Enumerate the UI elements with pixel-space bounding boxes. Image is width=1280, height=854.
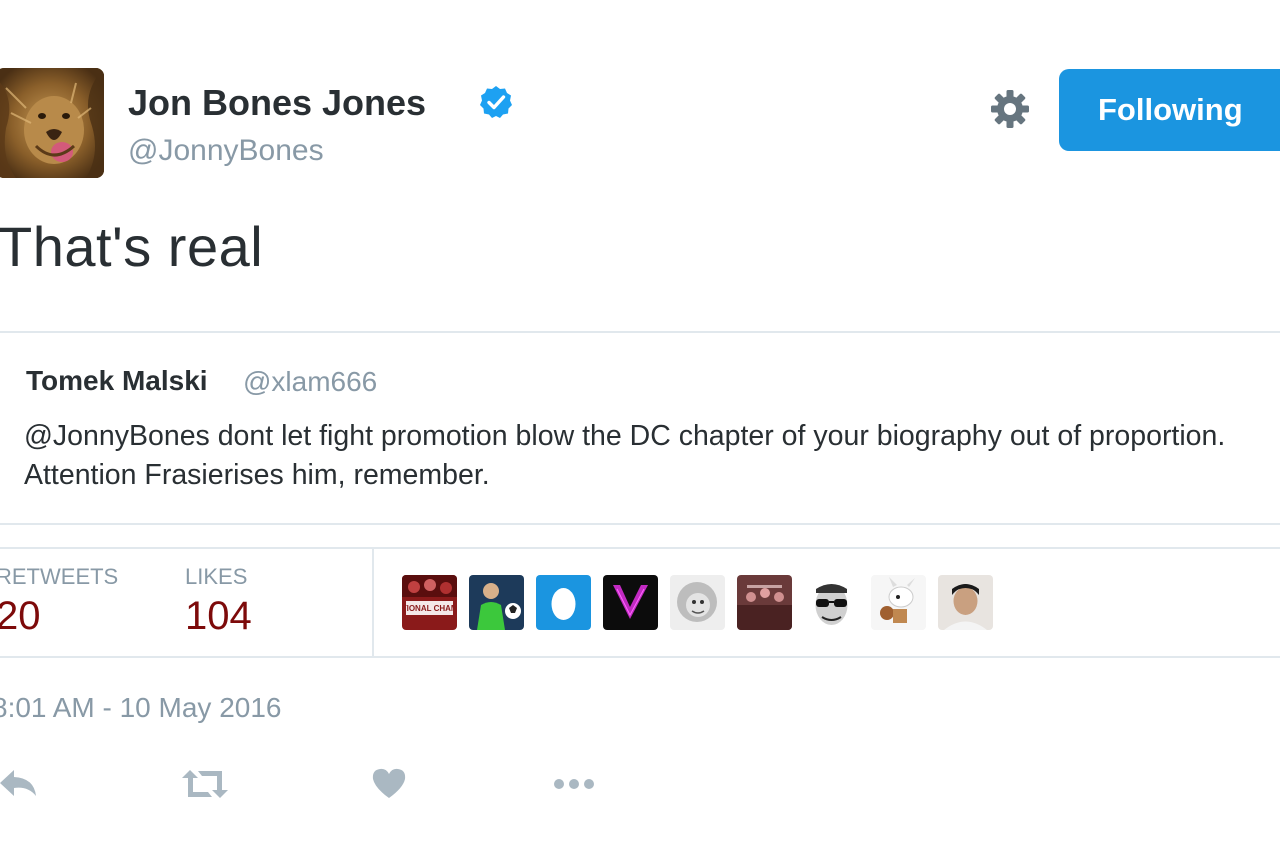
verified-badge-icon xyxy=(480,86,512,118)
quoted-tweet-card[interactable]: Tomek Malski @xlam666 @JonnyBones dont l… xyxy=(0,331,1280,525)
stats-vertical-divider xyxy=(372,549,374,656)
quoted-author-name: Tomek Malski xyxy=(26,365,208,396)
stats-bottom-divider xyxy=(0,656,1280,658)
retweets-count: 20 xyxy=(0,594,41,638)
liker-avatar-stage[interactable] xyxy=(737,575,792,630)
national-champs-icon: NATIONAL CHAMPS xyxy=(402,575,457,630)
stats-top-divider xyxy=(0,547,1280,549)
cartoon-icon xyxy=(871,575,926,630)
liker-avatar-national-champs[interactable]: NATIONAL CHAMPS xyxy=(402,575,457,630)
liker-avatar-lion-sketch[interactable] xyxy=(670,575,725,630)
author-display-name[interactable]: Jon Bones Jones xyxy=(128,82,426,124)
goalkeeper-icon xyxy=(469,575,524,630)
lion-avatar-icon xyxy=(0,68,104,178)
author-avatar[interactable] xyxy=(0,68,104,178)
following-button[interactable]: Following xyxy=(1059,69,1280,151)
liker-avatar-cartoon[interactable] xyxy=(871,575,926,630)
retweet-icon[interactable] xyxy=(182,762,228,806)
lion-sketch-icon xyxy=(670,575,725,630)
quoted-tweet-text: @JonnyBones dont let fight promotion blo… xyxy=(24,420,1226,491)
liker-avatar-man-portrait[interactable] xyxy=(938,575,993,630)
sunglasses-man-icon xyxy=(804,575,859,630)
liker-avatar-default-egg[interactable] xyxy=(536,575,591,630)
quoted-author-handle: @xlam666 xyxy=(243,366,378,397)
retweets-label: RETWEETS xyxy=(0,564,119,589)
likes-label: LIKES xyxy=(185,564,248,589)
liker-avatar-sunglasses-man[interactable] xyxy=(804,575,859,630)
liker-caption: NATIONAL CHAMPS xyxy=(402,604,457,613)
heart-icon[interactable] xyxy=(371,762,407,806)
purple-logo-icon xyxy=(603,575,658,630)
gear-icon[interactable] xyxy=(988,87,1032,131)
tweet-timestamp[interactable]: 8:01 AM - 10 May 2016 xyxy=(0,692,282,724)
liker-avatar-goalkeeper[interactable] xyxy=(469,575,524,630)
more-dots-icon[interactable] xyxy=(551,762,597,806)
reply-icon[interactable] xyxy=(0,762,40,806)
likes-count: 104 xyxy=(185,594,252,638)
tweet-text: That's real xyxy=(0,215,264,278)
man-portrait-icon xyxy=(938,575,993,630)
stage-icon xyxy=(737,575,792,630)
liker-avatar-purple-logo[interactable] xyxy=(603,575,658,630)
egg-icon xyxy=(536,575,591,630)
tweet-page: Jon Bones Jones @JonnyBones Following Th… xyxy=(0,0,1280,854)
author-handle[interactable]: @JonnyBones xyxy=(128,134,324,168)
